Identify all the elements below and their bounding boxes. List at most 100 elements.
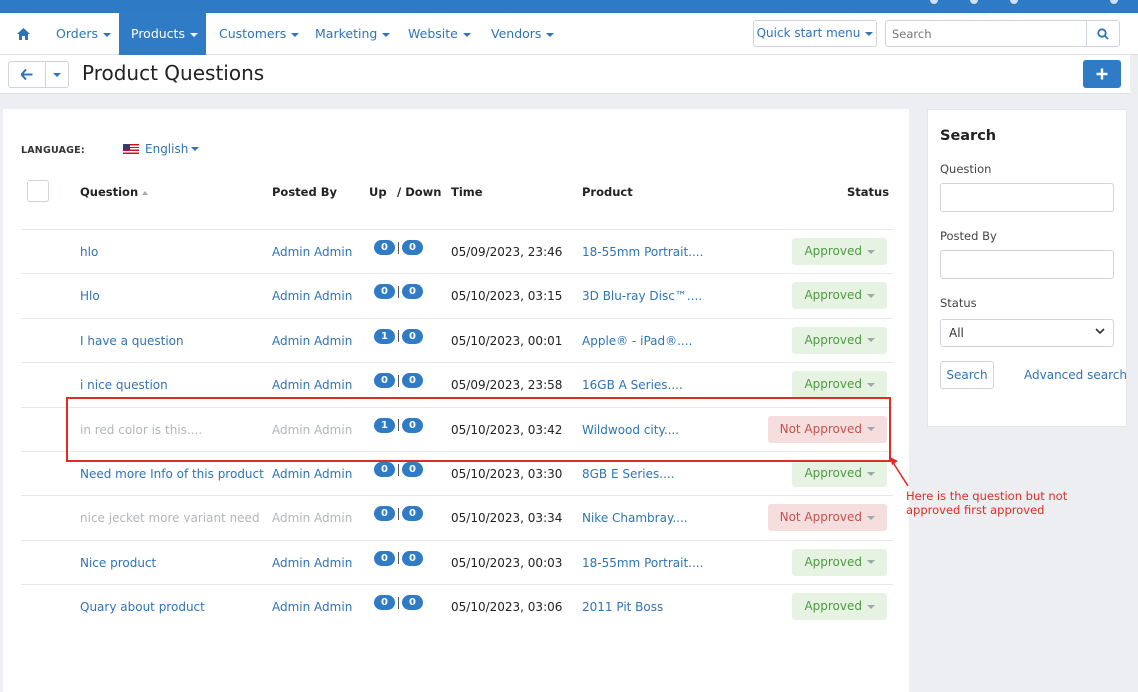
help-icon[interactable] <box>1010 0 1018 4</box>
posted-by-link[interactable]: Admin Admin <box>272 511 352 525</box>
page-title: Product Questions <box>82 61 265 85</box>
chevron-down-icon <box>867 471 875 476</box>
advanced-search-link[interactable]: Advanced search <box>1024 368 1127 382</box>
posted-by-link[interactable]: Admin Admin <box>272 467 352 481</box>
chevron-down-icon <box>867 427 875 432</box>
product-link[interactable]: 18-55mm Portrait.... <box>582 556 703 570</box>
table-row: nice jecket more variant need Admin Admin… <box>21 495 893 539</box>
top-search-button[interactable] <box>1086 20 1120 47</box>
chevron-down-icon <box>189 32 198 37</box>
nav-products[interactable]: Products <box>119 13 206 55</box>
column-header-question[interactable]: Question <box>80 185 149 199</box>
status-dropdown[interactable]: Approved <box>792 326 887 354</box>
column-header-time[interactable]: Time <box>451 185 483 199</box>
product-link[interactable]: Nike Chambray.... <box>582 511 688 525</box>
up-votes-badge: 0 <box>374 373 395 389</box>
product-link[interactable]: 16GB A Series.... <box>582 378 683 392</box>
product-link[interactable]: Wildwood city.... <box>582 423 679 437</box>
product-link[interactable]: 18-55mm Portrait.... <box>582 245 703 259</box>
plus-icon <box>1096 68 1108 80</box>
column-header-posted-by[interactable]: Posted By <box>272 185 337 199</box>
question-link[interactable]: i nice question <box>80 378 168 392</box>
nav-marketing-label: Marketing <box>315 26 378 41</box>
question-time: 05/10/2023, 00:01 <box>451 333 563 348</box>
status-dropdown[interactable]: Approved <box>792 593 887 621</box>
status-dropdown[interactable]: Not Approved <box>767 415 887 443</box>
vote-separator <box>398 596 399 609</box>
product-link[interactable]: Apple® - iPad®.... <box>582 334 692 348</box>
back-button[interactable] <box>9 62 46 87</box>
up-votes-badge: 0 <box>374 595 395 611</box>
nav-website[interactable]: Website <box>396 13 483 55</box>
status-filter-value: All <box>949 326 964 340</box>
chevron-down-icon <box>867 293 875 298</box>
top-search-input[interactable] <box>885 20 1086 47</box>
posted-by-filter-input[interactable] <box>940 250 1114 279</box>
question-link[interactable]: in red color is this.... <box>80 423 202 437</box>
question-link[interactable]: nice jecket more variant need <box>80 511 260 525</box>
product-link[interactable]: 2011 Pit Boss <box>582 600 663 614</box>
product-link[interactable]: 8GB E Series.... <box>582 467 675 481</box>
posted-by-link[interactable]: Admin Admin <box>272 245 352 259</box>
question-link[interactable]: Nice product <box>80 556 156 570</box>
posted-by-link[interactable]: Admin Admin <box>272 600 352 614</box>
status-dropdown[interactable]: Not Approved <box>767 504 887 532</box>
column-header-up[interactable]: Up <box>369 185 387 199</box>
status-dropdown[interactable]: Approved <box>792 282 887 310</box>
storefront-icon[interactable] <box>1110 0 1118 4</box>
back-history-dropdown[interactable] <box>46 62 68 87</box>
quick-start-menu-button[interactable]: Quick start menu <box>753 20 877 47</box>
select-all-checkbox[interactable] <box>27 180 49 202</box>
table-row: Need more Info of this product Admin Admi… <box>21 451 893 495</box>
language-selector[interactable]: English <box>123 142 200 156</box>
column-header-status[interactable]: Status <box>847 185 889 199</box>
vote-counts: 00 <box>374 595 423 611</box>
question-link[interactable]: hlo <box>80 245 98 259</box>
question-time: 05/10/2023, 03:30 <box>451 467 563 481</box>
user-icon[interactable] <box>930 0 938 4</box>
nav-customers[interactable]: Customers <box>207 13 311 55</box>
status-dropdown[interactable]: Approved <box>792 548 887 576</box>
question-link[interactable]: Quary about product <box>80 600 205 614</box>
chevron-down-icon <box>53 72 61 77</box>
home-icon[interactable] <box>8 13 38 55</box>
sidebar-search-button[interactable]: Search <box>940 361 994 389</box>
table-row: in red color is this.... Admin Admin 1 0 05/… <box>21 406 893 451</box>
vote-separator <box>398 507 399 520</box>
posted-by-link[interactable]: Admin Admin <box>272 334 352 348</box>
status-dropdown[interactable]: Approved <box>792 371 887 399</box>
vote-separator <box>398 330 399 343</box>
chevron-down-icon <box>865 31 874 36</box>
status-dropdown[interactable]: Approved <box>792 460 887 487</box>
column-header-down[interactable]: / Down <box>397 185 441 199</box>
vote-counts: 10 <box>374 328 423 344</box>
language-label: LANGUAGE: <box>21 145 85 156</box>
status-filter-select[interactable]: All <box>940 319 1114 347</box>
nav-vendors[interactable]: Vendors <box>479 13 566 55</box>
column-header-product[interactable]: Product <box>582 185 633 199</box>
posted-by-link[interactable]: Admin Admin <box>272 423 352 437</box>
question-link[interactable]: Hlo <box>80 289 100 303</box>
table-row: i nice question Admin Admin 0 0 05/09/2023, … <box>21 362 893 406</box>
add-question-button[interactable] <box>1083 60 1121 88</box>
vote-counts: 00 <box>374 373 423 389</box>
search-sidebar: Search Question Posted By Status All Sea… <box>927 109 1127 427</box>
status-dropdown[interactable]: Approved <box>792 238 887 265</box>
posted-by-link[interactable]: Admin Admin <box>272 289 352 303</box>
status-filter-label: Status <box>940 296 977 310</box>
vote-separator <box>398 374 399 387</box>
product-link[interactable]: 3D Blu-ray Disc™.... <box>582 289 702 303</box>
language-value: English <box>145 142 189 156</box>
nav-orders[interactable]: Orders <box>44 13 123 55</box>
question-filter-input[interactable] <box>940 183 1114 212</box>
down-votes-badge: 0 <box>402 550 423 566</box>
notification-icon[interactable] <box>970 0 978 4</box>
posted-by-link[interactable]: Admin Admin <box>272 378 352 392</box>
question-link[interactable]: I have a question <box>80 334 184 348</box>
posted-by-link[interactable]: Admin Admin <box>272 556 352 570</box>
table-row: Quary about product Admin Admin 0 0 05/10/20… <box>21 584 893 628</box>
chevron-down-icon <box>291 32 300 37</box>
nav-marketing[interactable]: Marketing <box>303 13 402 55</box>
question-link[interactable]: Need more Info of this product <box>80 467 264 481</box>
status-label: Approved <box>804 599 862 614</box>
